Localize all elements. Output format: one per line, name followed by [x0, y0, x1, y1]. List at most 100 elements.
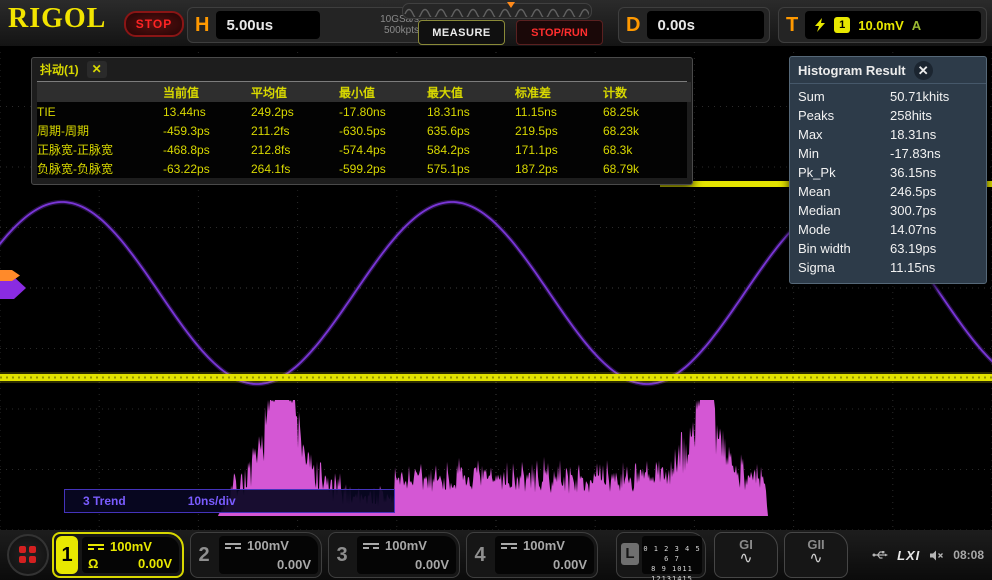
channel-impedance: Ω	[88, 556, 98, 571]
t-label: T	[779, 14, 805, 37]
oscilloscope-screen: RIGOL STOP H 5.00us 10GSa/s 500kpts MEAS…	[0, 0, 992, 580]
jitter-cell: -459.3ps	[163, 121, 251, 140]
d-label: D	[619, 14, 647, 37]
jitter-col-header	[37, 82, 163, 102]
jitter-row-label: 负脉宽-负脉宽	[37, 159, 163, 178]
histogram-stat-row: Median300.7ps	[790, 201, 986, 220]
jitter-cell: 584.2ps	[427, 140, 515, 159]
histogram-stat-value: 246.5ps	[890, 184, 936, 199]
jitter-measure-panel: 抖动(1) ✕ 当前值平均值最小值最大值标准差计数TIE13.44ns249.2…	[31, 57, 693, 185]
channel-boxes: 1100mVΩ0.00V2100mV0.00V3100mV0.00V4100mV…	[52, 532, 598, 578]
jitter-col-header: 计数	[603, 82, 691, 102]
usb-icon	[872, 549, 888, 561]
channel-offset: 0.00V	[553, 557, 587, 572]
histogram-stat-label: Mode	[798, 222, 890, 237]
channel-info: 100mV 0.00V	[495, 536, 594, 574]
channel-4-box[interactable]: 4100mV0.00V	[466, 532, 598, 578]
grid-menu-icon	[19, 546, 36, 563]
histogram-stat-label: Median	[798, 203, 890, 218]
jitter-cell: 635.6ps	[427, 121, 515, 140]
channel-offset: 0.00V	[415, 557, 449, 572]
histogram-stat-label: Min	[798, 146, 890, 161]
trigger-source-badge: 1	[834, 17, 850, 33]
horizontal-group: H 5.00us 10GSa/s 500kpts	[187, 7, 427, 43]
jitter-cell: 212.8fs	[251, 140, 339, 159]
clock-trace	[0, 374, 992, 381]
histogram-stat-row: Min-17.83ns	[790, 144, 986, 163]
logic-badge: L	[621, 543, 639, 565]
delay-group: D 0.00s	[618, 7, 770, 43]
jitter-cell: 575.1ps	[427, 159, 515, 178]
trigger-position-marker[interactable]	[507, 2, 515, 8]
histogram-stat-row: Sigma11.15ns	[790, 258, 986, 277]
channel-3-box[interactable]: 3100mV0.00V	[328, 532, 460, 578]
memory-position-bar[interactable]	[402, 3, 592, 19]
jitter-cell: -63.22ps	[163, 159, 251, 178]
dc-coupling-icon	[501, 543, 517, 549]
logic-digits-row1: 0 1 2 3 4 5 6 7	[643, 545, 700, 563]
stop-run-button[interactable]: STOP/RUN	[516, 20, 603, 45]
dc-coupling-icon	[363, 543, 379, 549]
generator2-box[interactable]: GII ∿	[784, 532, 848, 578]
jitter-panel-title: 抖动(1)	[40, 61, 79, 78]
jitter-cell: -468.8ps	[163, 140, 251, 159]
histogram-stat-value: 36.15ns	[890, 165, 936, 180]
jitter-col-header: 平均值	[251, 82, 339, 102]
trend-scale-label[interactable]: 3 Trend 10ns/div	[64, 489, 395, 513]
logic-channels-box[interactable]: L 0 1 2 3 4 5 6 7 8 9 1011 12131415	[616, 532, 706, 578]
channel-scale: 100mV	[385, 538, 427, 553]
trigger-info[interactable]: 1 10.0mV A	[805, 11, 981, 39]
histogram-stat-row: Pk_Pk36.15ns	[790, 163, 986, 182]
jitter-col-header: 最大值	[427, 82, 515, 102]
jitter-cell: 11.15ns	[515, 102, 603, 121]
histogram-stat-value: -17.83ns	[890, 146, 941, 161]
memory-depth: 500kpts	[384, 25, 419, 36]
channel-offset-marker[interactable]	[0, 270, 20, 281]
jitter-cell: 68.79k	[603, 159, 691, 178]
dc-coupling-icon	[225, 543, 241, 549]
jitter-cell: 211.2fs	[251, 121, 339, 140]
close-icon[interactable]: ✕	[914, 61, 933, 80]
delay-value[interactable]: 0.00s	[647, 11, 764, 39]
histogram-stat-row: Mean246.5ps	[790, 182, 986, 201]
channel-scale: 100mV	[523, 538, 565, 553]
histogram-stat-row: Peaks258hits	[790, 106, 986, 125]
close-icon[interactable]: ✕	[87, 61, 107, 78]
dc-coupling-icon	[88, 544, 104, 550]
jitter-table-row: 周期-周期-459.3ps211.2fs-630.5ps635.6ps219.5…	[37, 121, 691, 140]
channel-2-box[interactable]: 2100mV0.00V	[190, 532, 322, 578]
clock-time: 08:08	[953, 548, 984, 562]
logic-digit-list: 0 1 2 3 4 5 6 7 8 9 1011 12131415	[642, 536, 702, 574]
histogram-stats-list: Sum50.71khitsPeaks258hitsMax18.31nsMin-1…	[790, 84, 986, 283]
jitter-row-label: 周期-周期	[37, 121, 163, 140]
jitter-cell: 13.44ns	[163, 102, 251, 121]
top-bar: RIGOL STOP H 5.00us 10GSa/s 500kpts MEAS…	[0, 0, 992, 47]
histogram-panel-titlebar: Histogram Result ✕	[790, 57, 986, 84]
histogram-stat-label: Sigma	[798, 260, 890, 275]
jitter-cell: -599.2ps	[339, 159, 427, 178]
channel-info: 100mV 0.00V	[357, 536, 456, 574]
menu-button[interactable]	[7, 534, 49, 576]
jitter-table-row: TIE13.44ns249.2ps-17.80ns18.31ns11.15ns6…	[37, 102, 691, 121]
jitter-cell: 264.1fs	[251, 159, 339, 178]
measure-button[interactable]: MEASURE	[418, 20, 505, 45]
generator1-box[interactable]: GI ∿	[714, 532, 778, 578]
histogram-stat-label: Sum	[798, 89, 890, 104]
channel-scale: 100mV	[247, 538, 289, 553]
channel-info: 100mVΩ0.00V	[82, 537, 179, 573]
histogram-stat-row: Mode14.07ns	[790, 220, 986, 239]
histogram-stat-row: Max18.31ns	[790, 125, 986, 144]
histogram-stat-value: 14.07ns	[890, 222, 936, 237]
channel-number: 1	[56, 536, 78, 574]
jitter-cell: 68.25k	[603, 102, 691, 121]
h-label: H	[188, 14, 216, 37]
status-area: LXI 08:08	[872, 530, 984, 580]
histogram-stat-label: Peaks	[798, 108, 890, 123]
histogram-stat-row: Sum50.71khits	[790, 87, 986, 106]
histogram-stat-row: Bin width63.19ps	[790, 239, 986, 258]
histogram-stat-value: 63.19ps	[890, 241, 936, 256]
lxi-indicator: LXI	[897, 548, 920, 563]
jitter-col-header: 当前值	[163, 82, 251, 102]
timebase-value[interactable]: 5.00us	[216, 11, 320, 39]
channel-1-box[interactable]: 1100mVΩ0.00V	[52, 532, 184, 578]
